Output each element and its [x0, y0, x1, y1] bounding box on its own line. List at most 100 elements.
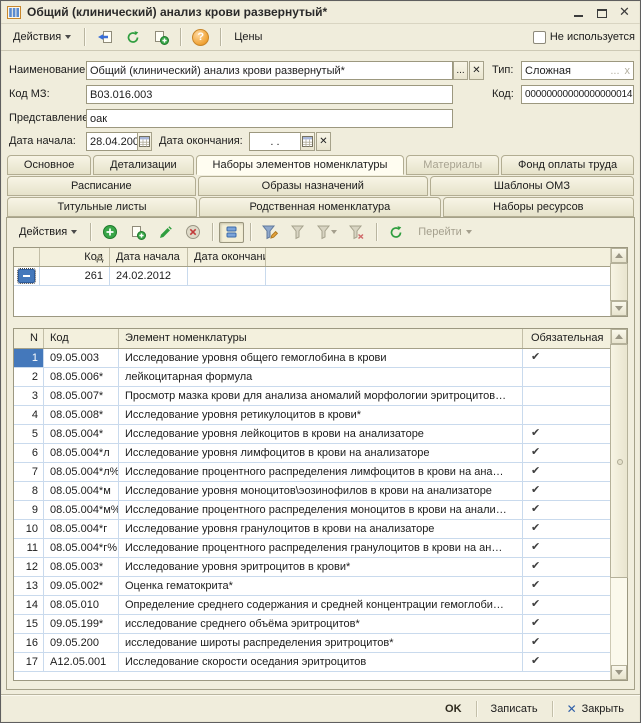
cell-code[interactable]: 08.05.004*г%	[44, 539, 119, 557]
cell-code[interactable]: A12.05.001	[44, 653, 119, 671]
tab[interactable]: Образы назначений	[198, 176, 428, 196]
tab[interactable]: Материалы	[406, 155, 499, 175]
cell-element[interactable]: исследование широты распределения эритро…	[119, 634, 523, 652]
reread-button[interactable]	[91, 27, 118, 48]
tab[interactable]: Шаблоны ОМЗ	[430, 176, 634, 196]
elements-table-row[interactable]: 4 08.05.008* Исследование уровня ретикул…	[14, 406, 610, 425]
cell-code[interactable]: 08.05.006*	[44, 368, 119, 386]
cell-element[interactable]: исследование среднего объёма эритроцитов…	[119, 615, 523, 633]
add-row-button[interactable]	[97, 222, 123, 243]
cell-date-end[interactable]	[188, 267, 266, 285]
cell-required-checkmark[interactable]: ✔	[523, 463, 610, 481]
scroll-up-icon[interactable]	[611, 329, 627, 344]
save-button[interactable]: Записать	[485, 701, 544, 717]
cell-required-checkmark[interactable]: ✔	[523, 349, 610, 367]
cell-code[interactable]: 09.05.199*	[44, 615, 119, 633]
actions-menu-button[interactable]: Действия	[6, 27, 78, 48]
cell-element[interactable]: Исследование уровня лейкоцитов в крови н…	[119, 425, 523, 443]
elements-table-row[interactable]: 1 09.05.003 Исследование уровня общего г…	[14, 349, 610, 368]
presentation-input[interactable]: оак	[86, 109, 453, 128]
goto-menu-button[interactable]: Перейти	[411, 222, 479, 243]
cell-element[interactable]: Исследование процентного распределения г…	[119, 539, 523, 557]
cell-code[interactable]: 261	[40, 267, 110, 285]
refresh-table-button[interactable]	[383, 222, 409, 243]
cell-n[interactable]: 14	[14, 596, 44, 614]
cell-code[interactable]: 09.05.200	[44, 634, 119, 652]
maximize-icon[interactable]	[593, 4, 610, 20]
cell-element[interactable]: Исследование уровня гранулоцитов в крови…	[119, 520, 523, 538]
tab[interactable]: Титульные листы	[7, 197, 197, 217]
cell-element[interactable]: Исследование уровня ретикулоцитов в кров…	[119, 406, 523, 424]
cell-required-checkmark[interactable]	[523, 406, 610, 424]
date-end-calendar-button[interactable]	[300, 132, 315, 151]
cell-code[interactable]: 08.05.007*	[44, 387, 119, 405]
name-input[interactable]: Общий (клинический) анализ крови разверн…	[86, 61, 453, 80]
cell-element[interactable]: Оценка гематокрита*	[119, 577, 523, 595]
clear-filter-button[interactable]	[344, 222, 370, 243]
cell-element[interactable]: Исследование процентного распределения м…	[119, 501, 523, 519]
header-required[interactable]: Обязательная	[523, 329, 610, 348]
cell-element[interactable]: Определение среднего содержания и средне…	[119, 596, 523, 614]
cell-code[interactable]: 08.05.004*г	[44, 520, 119, 538]
sets-table-row[interactable]: 261 24.02.2012	[14, 267, 610, 286]
name-clear-button[interactable]: ✕	[469, 61, 484, 80]
tab[interactable]: Родственная номенклатура	[199, 197, 441, 217]
elements-table-row[interactable]: 9 08.05.004*м% Исследование процентного …	[14, 501, 610, 520]
cell-required-checkmark[interactable]: ✔	[523, 577, 610, 595]
date-end-clear-button[interactable]: ✕	[316, 132, 331, 151]
not-used-checkbox[interactable]	[533, 31, 546, 44]
elements-table-row[interactable]: 16 09.05.200 исследование широты распред…	[14, 634, 610, 653]
cell-n[interactable]: 16	[14, 634, 44, 652]
tab[interactable]: Детализации	[93, 155, 193, 175]
tab[interactable]: Основное	[7, 155, 91, 175]
cell-required-checkmark[interactable]: ✔	[523, 558, 610, 576]
cell-n[interactable]: 1	[14, 349, 44, 367]
copy-create-button[interactable]	[148, 27, 174, 48]
cell-required-checkmark[interactable]: ✔	[523, 520, 610, 538]
header-date-end[interactable]: Дата окончания	[188, 248, 266, 266]
cell-required-checkmark[interactable]: ✔	[523, 482, 610, 500]
cell-n[interactable]: 5	[14, 425, 44, 443]
cell-code[interactable]: 08.05.004*	[44, 425, 119, 443]
type-input[interactable]: Сложная ...x	[521, 61, 634, 80]
cell-n[interactable]: 15	[14, 615, 44, 633]
code-input[interactable]: 00000000000000000014	[521, 85, 634, 104]
elements-table-row[interactable]: 7 08.05.004*л% Исследование процентного …	[14, 463, 610, 482]
elements-table-scrollbar[interactable]	[610, 329, 627, 680]
elements-table-row[interactable]: 3 08.05.007* Просмотр мазка крови для ан…	[14, 387, 610, 406]
cell-n[interactable]: 3	[14, 387, 44, 405]
cell-element[interactable]: лейкоцитарная формула	[119, 368, 523, 386]
cell-element[interactable]: Исследование уровня общего гемоглобина в…	[119, 349, 523, 367]
hierarchy-view-toggle[interactable]	[219, 222, 244, 243]
cell-code[interactable]: 08.05.008*	[44, 406, 119, 424]
cell-n[interactable]: 9	[14, 501, 44, 519]
cell-code[interactable]: 08.05.004*л%	[44, 463, 119, 481]
cell-required-checkmark[interactable]: ✔	[523, 634, 610, 652]
sets-table-scrollbar[interactable]	[610, 248, 627, 316]
cell-n[interactable]: 6	[14, 444, 44, 462]
elements-table-row[interactable]: 14 08.05.010 Определение среднего содерж…	[14, 596, 610, 615]
cell-n[interactable]: 8	[14, 482, 44, 500]
cell-required-checkmark[interactable]: ✔	[523, 444, 610, 462]
ok-button[interactable]: OK	[439, 701, 468, 717]
scrollbar-thumb[interactable]	[610, 263, 628, 301]
tab[interactable]: Наборы элементов номенклатуры	[196, 155, 405, 175]
cell-element[interactable]: Исследование уровня эритроцитов в крови*	[119, 558, 523, 576]
elements-table-row[interactable]: 13 09.05.002* Оценка гематокрита* ✔	[14, 577, 610, 596]
delete-row-button[interactable]	[180, 222, 206, 243]
cell-required-checkmark[interactable]: ✔	[523, 539, 610, 557]
table-actions-menu-button[interactable]: Действия	[12, 222, 84, 243]
close-button[interactable]: ✕ Закрыть	[561, 700, 630, 718]
cell-n[interactable]: 2	[14, 368, 44, 386]
filter-by-value-button[interactable]	[286, 222, 310, 243]
cell-element[interactable]: Просмотр мазка крови для анализа аномали…	[119, 387, 523, 405]
elements-table-row[interactable]: 15 09.05.199* исследование среднего объё…	[14, 615, 610, 634]
cell-n[interactable]: 12	[14, 558, 44, 576]
tab[interactable]: Фонд оплаты труда	[501, 155, 634, 175]
elements-table-row[interactable]: 12 08.05.003* Исследование уровня эритро…	[14, 558, 610, 577]
cell-element[interactable]: Исследование скорости оседания эритроцит…	[119, 653, 523, 671]
filter-history-button[interactable]	[312, 222, 342, 243]
cell-n[interactable]: 4	[14, 406, 44, 424]
edit-row-button[interactable]	[153, 222, 178, 243]
date-end-input[interactable]: . .	[249, 132, 301, 151]
